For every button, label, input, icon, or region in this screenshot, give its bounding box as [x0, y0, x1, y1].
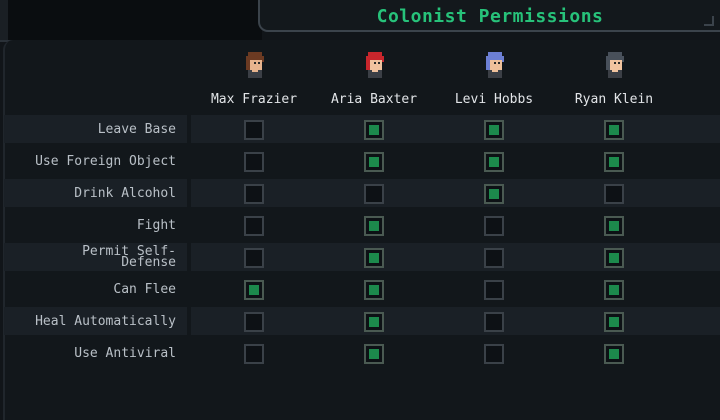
- permission-checkbox[interactable]: [364, 120, 384, 140]
- row-separator: [187, 307, 191, 335]
- colonist-name: Max Frazier: [210, 92, 298, 107]
- colonist-portrait[interactable]: [314, 52, 434, 78]
- row-separator: [187, 147, 191, 175]
- top-bar: [0, 0, 262, 42]
- permission-checkbox[interactable]: [364, 344, 384, 364]
- permission-checkbox[interactable]: [244, 280, 264, 300]
- colonist-portrait[interactable]: [434, 52, 554, 78]
- permission-row: Use Antiviral: [4, 339, 720, 367]
- colonist-portrait[interactable]: [194, 52, 314, 78]
- permission-checkbox[interactable]: [364, 216, 384, 236]
- page-title: Colonist Permissions: [376, 6, 604, 27]
- permission-row: Can Flee: [4, 275, 720, 303]
- colonist-name: Day: [674, 92, 720, 107]
- permission-row: Permit Self- Defense: [4, 243, 720, 271]
- avatar-icon: [486, 52, 504, 78]
- permission-label: Drink Alcohol: [74, 185, 176, 201]
- corner-decoration: [0, 0, 8, 40]
- permission-checkbox[interactable]: [604, 216, 624, 236]
- permission-checkbox[interactable]: [604, 280, 624, 300]
- colonist-name: Aria Baxter: [330, 92, 418, 107]
- permission-checkbox[interactable]: [364, 280, 384, 300]
- row-separator: [187, 179, 191, 207]
- colonist-name: Levi Hobbs: [454, 92, 534, 107]
- permissions-window: Colonist Permissions Max Frazier Aria Bax…: [0, 0, 720, 420]
- permission-checkbox[interactable]: [244, 248, 264, 268]
- row-separator: [187, 243, 191, 271]
- permission-checkbox[interactable]: [484, 152, 504, 172]
- permission-label: Fight: [136, 217, 176, 233]
- permission-row: Use Foreign Object: [4, 147, 720, 175]
- permission-row: Heal Automatically: [4, 307, 720, 335]
- row-separator: [187, 275, 191, 303]
- avatar-icon: [246, 52, 264, 78]
- permission-checkbox[interactable]: [364, 312, 384, 332]
- permission-checkbox[interactable]: [244, 184, 264, 204]
- permission-checkbox[interactable]: [244, 120, 264, 140]
- permission-checkbox[interactable]: [484, 312, 504, 332]
- permission-row: Leave Base: [4, 115, 720, 143]
- permission-checkbox[interactable]: [484, 216, 504, 236]
- permission-label: Can Flee: [113, 281, 176, 297]
- permission-checkbox[interactable]: [604, 120, 624, 140]
- row-separator: [187, 339, 191, 367]
- permission-checkbox[interactable]: [244, 344, 264, 364]
- permission-row: Fight: [4, 211, 720, 239]
- permission-label: Leave Base: [97, 121, 176, 137]
- permission-checkbox[interactable]: [604, 152, 624, 172]
- title-tab: Colonist Permissions: [258, 0, 720, 32]
- permission-checkbox[interactable]: [604, 312, 624, 332]
- permission-checkbox[interactable]: [364, 184, 384, 204]
- colonist-name: Ryan Klein: [574, 92, 654, 107]
- permission-checkbox[interactable]: [484, 120, 504, 140]
- permission-checkbox[interactable]: [244, 312, 264, 332]
- permission-label: Use Foreign Object: [35, 153, 176, 169]
- permission-label: Use Antiviral: [74, 345, 176, 361]
- permission-checkbox[interactable]: [604, 184, 624, 204]
- permission-checkbox[interactable]: [604, 344, 624, 364]
- avatar-icon: [606, 52, 624, 78]
- permission-checkbox[interactable]: [484, 344, 504, 364]
- permission-label: Heal Automatically: [35, 313, 176, 329]
- permission-checkbox[interactable]: [604, 248, 624, 268]
- permission-checkbox[interactable]: [244, 152, 264, 172]
- colonist-portrait[interactable]: [554, 52, 674, 78]
- permission-checkbox[interactable]: [484, 280, 504, 300]
- permission-checkbox[interactable]: [364, 248, 384, 268]
- colonist-portrait[interactable]: [674, 52, 720, 78]
- permission-label: Permit Self- Defense: [82, 244, 176, 270]
- permission-checkbox[interactable]: [244, 216, 264, 236]
- permission-checkbox[interactable]: [364, 152, 384, 172]
- row-separator: [187, 211, 191, 239]
- permission-checkbox[interactable]: [484, 184, 504, 204]
- permission-checkbox[interactable]: [484, 248, 504, 268]
- permission-row: Drink Alcohol: [4, 179, 720, 207]
- row-separator: [187, 115, 191, 143]
- avatar-icon: [366, 52, 384, 78]
